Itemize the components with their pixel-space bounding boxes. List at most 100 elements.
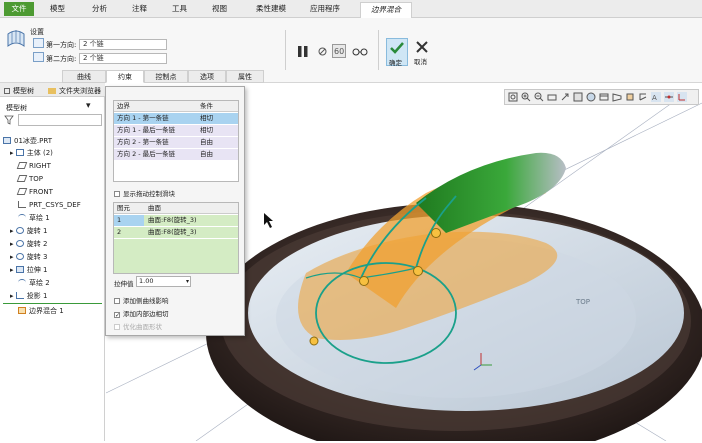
zoom-fit-icon[interactable]: [508, 92, 518, 102]
tree-header: 模型树: [6, 104, 27, 112]
tree-item-part[interactable]: 01冰壶.PRT: [3, 136, 52, 146]
tree-item-revolve-1[interactable]: ▸ 旋转 1: [10, 226, 47, 236]
checkbox[interactable]: [114, 298, 120, 304]
stretch-label: 拉伸值: [114, 280, 134, 288]
tree-item-revolve-3[interactable]: ▸ 旋转 3: [10, 252, 47, 262]
csys-icon: [18, 201, 26, 208]
csys-display-icon[interactable]: [677, 92, 687, 102]
verify-icon[interactable]: 60: [332, 44, 346, 58]
tab-control-points[interactable]: 控制点: [144, 70, 188, 83]
tree-item-projection-1[interactable]: ▸ 投影 1: [10, 291, 47, 301]
table-row[interactable]: 1 曲面:F8(旋转_3): [114, 215, 238, 226]
chevron-down-icon[interactable]: ▾: [186, 277, 189, 286]
glasses-icon[interactable]: [352, 46, 368, 56]
tree-settings-icon[interactable]: ▾: [86, 101, 94, 111]
annotation-display-icon[interactable]: A: [651, 92, 661, 102]
checkbox[interactable]: [114, 191, 120, 197]
add-inner-edge-tangent-option[interactable]: ✓ 添加内部边相切: [114, 308, 169, 319]
tab-model-tree[interactable]: 模型树: [4, 86, 34, 96]
display-style-icon[interactable]: [586, 92, 596, 102]
cancel-button[interactable]: 取消: [412, 38, 434, 66]
folder-icon: [48, 88, 56, 94]
stop-preview-icon[interactable]: [318, 47, 327, 56]
filter-icon[interactable]: [4, 115, 14, 125]
boundary-blend-icon: [18, 307, 26, 314]
table-row[interactable]: 方向 1 - 最后一条链 相切: [114, 125, 238, 136]
perspective-icon[interactable]: [612, 92, 622, 102]
second-direction-label: 第二方向:: [46, 55, 77, 63]
table-header: 图元 曲面: [114, 203, 238, 214]
datum-display-icon[interactable]: [638, 92, 648, 102]
revolve-icon: [15, 227, 24, 234]
tree-item-sketch-1[interactable]: 草绘 1: [18, 213, 50, 223]
drag-handle[interactable]: [359, 276, 369, 286]
drag-handle[interactable]: [309, 336, 319, 346]
menu-bar: 文件 模型 分析 注释 工具 视图 柔性建模 应用程序 边界混合: [0, 0, 702, 18]
tree-item-body[interactable]: ▸ 主体 (2): [10, 148, 53, 158]
menu-file[interactable]: 文件: [4, 2, 34, 16]
table-row[interactable]: 方向 1 - 第一条链 相切: [114, 113, 238, 124]
tree-item-csys[interactable]: PRT_CSYS_DEF: [18, 200, 81, 210]
pause-icon[interactable]: [297, 46, 309, 57]
boundary-blend-icon: [7, 30, 25, 47]
menu-analysis[interactable]: 分析: [92, 3, 107, 14]
menu-applications[interactable]: 应用程序: [310, 3, 340, 14]
second-direction-field[interactable]: 2 个链: [79, 53, 167, 64]
tab-properties[interactable]: 属性: [226, 70, 264, 83]
revolve-icon: [15, 240, 24, 247]
insert-indicator: [3, 303, 102, 304]
drag-handle[interactable]: [413, 266, 423, 276]
menu-model[interactable]: 模型: [50, 3, 65, 14]
table-row[interactable]: 方向 2 - 最后一条链 自由: [114, 149, 238, 160]
menu-annotate[interactable]: 注释: [132, 3, 147, 14]
constraints-table: 边界 条件 方向 1 - 第一条链 相切 方向 1 - 最后一条链 相切 方向 …: [113, 100, 239, 182]
zoom-in-icon[interactable]: [521, 92, 531, 102]
tree-item-sketch-2[interactable]: 草绘 2: [18, 278, 50, 288]
reorient-icon[interactable]: [560, 92, 570, 102]
sketch-icon: [18, 279, 26, 286]
close-icon: [416, 41, 428, 53]
tree-item-extrude-1[interactable]: ▸ 拉伸 1: [10, 265, 47, 275]
stretch-value-field[interactable]: 1.00 ▾: [136, 276, 191, 287]
drag-handle[interactable]: [431, 228, 441, 238]
view-manager-icon[interactable]: [599, 92, 609, 102]
menu-tools[interactable]: 工具: [172, 3, 187, 14]
zoom-out-icon[interactable]: [534, 92, 544, 102]
tab-constraints[interactable]: 约束: [106, 70, 144, 83]
point-display-icon[interactable]: [664, 92, 674, 102]
column-header: 条件: [200, 102, 213, 110]
tab-folder-browser[interactable]: 文件夹浏览器: [48, 86, 101, 96]
menu-view[interactable]: 视图: [212, 3, 227, 14]
tree-search-input[interactable]: [18, 114, 102, 126]
show-drag-option[interactable]: 显示拖动控制滑块: [114, 188, 175, 198]
datum-plane-icon: [16, 188, 28, 195]
datum-label-top: TOP: [576, 298, 591, 306]
ok-button[interactable]: 确定: [386, 38, 408, 67]
tab-boundary-blend[interactable]: 边界混合: [360, 2, 412, 18]
first-direction-field[interactable]: 2 个链: [79, 39, 167, 50]
table-row[interactable]: 2 曲面:F8(旋转_3): [114, 227, 238, 238]
checkbox-checked[interactable]: ✓: [114, 312, 120, 319]
menu-flexible-modeling[interactable]: 柔性建模: [256, 3, 286, 14]
model-tree-panel: 模型树 文件夹浏览器 模型树 ▾ 01冰壶.PRT ▸ 主体 (2) RIGHT…: [0, 83, 105, 441]
repaint-icon[interactable]: [547, 92, 557, 102]
tree-item-boundary-blend-1[interactable]: 边界混合 1: [18, 306, 64, 316]
tree-item-right[interactable]: RIGHT: [16, 161, 51, 171]
saved-views-icon[interactable]: [573, 92, 583, 102]
panel-tabbar: 模型树 文件夹浏览器: [0, 83, 105, 97]
extrude-icon: [15, 266, 24, 273]
tab-options[interactable]: 选项: [188, 70, 226, 83]
optimize-surface-option: 优化曲面形状: [114, 321, 162, 331]
datum-plane-icon: [16, 175, 28, 182]
tab-curves[interactable]: 曲线: [62, 70, 106, 83]
view-toolbar: A: [504, 89, 699, 105]
second-direction-icon: [33, 52, 44, 62]
table-row[interactable]: 方向 2 - 第一条链 自由: [114, 137, 238, 148]
add-side-curve-option[interactable]: 添加侧曲线影响: [114, 295, 169, 305]
constraints-panel: 边界 条件 方向 1 - 第一条链 相切 方向 1 - 最后一条链 相切 方向 …: [105, 86, 245, 336]
ok-label: 确定: [389, 59, 402, 67]
tree-item-front[interactable]: FRONT: [16, 187, 53, 197]
tree-item-revolve-2[interactable]: ▸ 旋转 2: [10, 239, 47, 249]
section-icon[interactable]: [625, 92, 635, 102]
tree-item-top[interactable]: TOP: [16, 174, 43, 184]
